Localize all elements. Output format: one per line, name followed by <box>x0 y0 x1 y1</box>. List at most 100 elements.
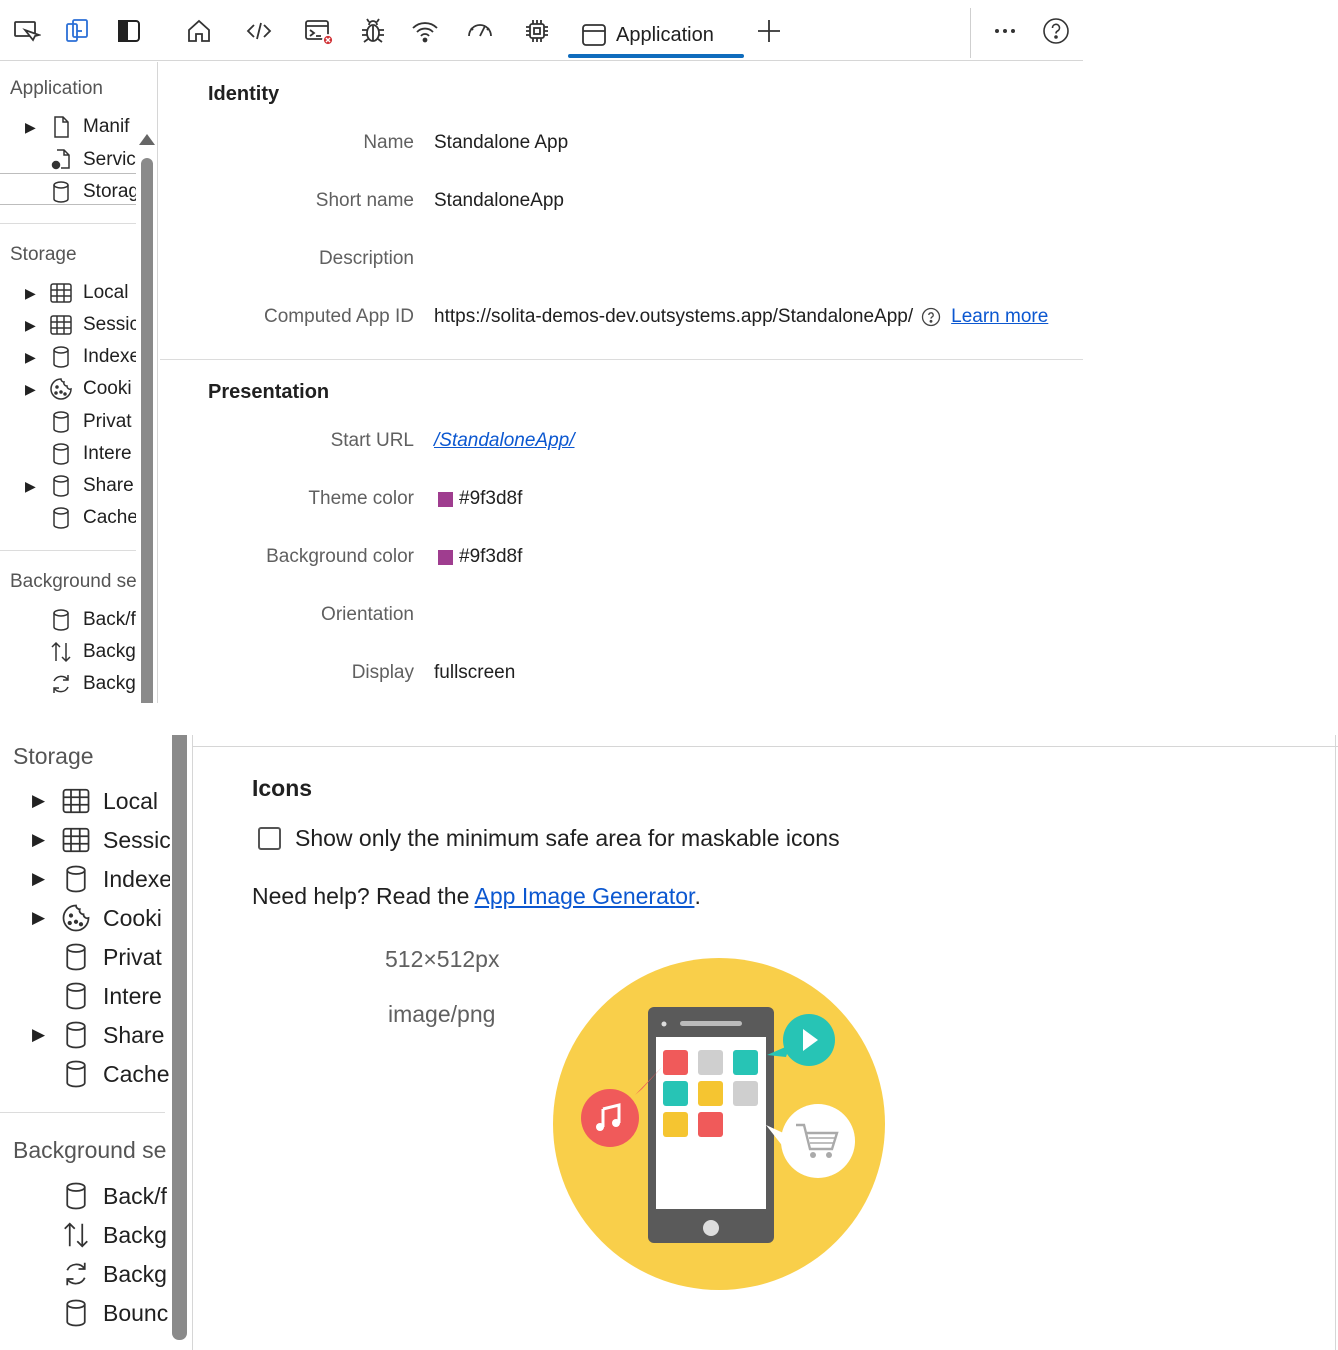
performance-gauge-icon[interactable] <box>463 14 497 48</box>
sidebar-item-shared-storage[interactable]: ▶ Share <box>25 471 134 501</box>
sidebar-item-private-state-tokens[interactable]: Privat <box>0 939 162 975</box>
sidebar-item-background-fetch[interactable]: Backg <box>0 1217 167 1253</box>
expand-arrow-icon[interactable]: ▶ <box>32 830 50 850</box>
sidebar-item-indexeddb[interactable]: ▶ Indexe <box>0 861 170 897</box>
sidebar-heading-storage: Storage <box>13 743 94 769</box>
sidebar-item-storage[interactable]: Storag <box>25 177 136 207</box>
maskable-checkbox-row[interactable]: Show only the minimum safe area for mask… <box>258 825 840 852</box>
sidebar-item-private-state-tokens[interactable]: Privat <box>25 407 132 437</box>
database-icon <box>66 1021 86 1049</box>
sidebar-scrollbar[interactable] <box>141 158 153 703</box>
sidebar-item-label: Backg <box>103 1221 167 1248</box>
short-name-value: StandaloneApp <box>434 190 564 211</box>
expand-arrow-icon[interactable]: ▶ <box>32 908 50 928</box>
sidebar-item-bounce-tracking[interactable]: Bounc <box>0 1295 168 1331</box>
sidebar-item-cookies[interactable]: ▶ Cooki <box>0 900 162 936</box>
sidebar-item-session-storage[interactable]: ▶ Sessic <box>0 822 170 858</box>
maskable-checkbox[interactable] <box>258 827 281 850</box>
elements-code-icon[interactable] <box>242 14 276 48</box>
welcome-home-icon[interactable] <box>182 14 216 48</box>
sidebar-item-local-storage[interactable]: ▶ Local <box>25 278 128 308</box>
sidebar-item-label: Manif <box>83 116 130 137</box>
network-wifi-icon[interactable] <box>408 14 442 48</box>
sidebar-item-shared-storage[interactable]: ▶ Share <box>0 1017 164 1053</box>
sources-bug-icon[interactable] <box>356 14 390 48</box>
devtools-toolbar: Application <box>0 0 1083 61</box>
toolbar-divider <box>970 8 971 58</box>
app-id-row: https://solita-demos-dev.outsystems.app/… <box>434 306 1048 328</box>
expand-arrow-icon[interactable]: ▶ <box>25 478 39 495</box>
sidebar-item-label: Local <box>83 282 129 303</box>
grid-table-icon <box>50 315 72 335</box>
expand-arrow-icon[interactable]: ▶ <box>25 381 39 398</box>
tab-application[interactable]: Application <box>568 12 744 58</box>
devtools-panel-bottom: Storage ▶ Local ▶ Sessic ▶ Indexe ▶ Cook… <box>0 735 1338 1350</box>
sidebar-item-service-workers[interactable]: Servic <box>25 145 136 175</box>
sidebar-item-interest-groups[interactable]: Intere <box>25 439 132 469</box>
content-border <box>192 746 1338 747</box>
sidebar-item-label: Share <box>103 1021 165 1048</box>
cookie-icon <box>50 378 72 400</box>
more-options-icon[interactable] <box>988 14 1022 48</box>
console-icon[interactable] <box>301 14 335 48</box>
sidebar-item-label: Cooki <box>103 904 162 931</box>
help-icon[interactable] <box>1039 14 1073 48</box>
sidebar-item-label: Share <box>83 475 134 496</box>
sidebar-item-interest-groups[interactable]: Intere <box>0 978 162 1014</box>
expand-arrow-icon[interactable]: ▶ <box>32 1025 50 1045</box>
app-image-generator-link[interactable]: App Image Generator <box>475 883 695 909</box>
expand-arrow-icon[interactable]: ▶ <box>25 349 39 366</box>
sidebar-item-cookies[interactable]: ▶ Cooki <box>25 374 132 404</box>
database-icon <box>66 943 86 971</box>
sidebar-item-back-forward-cache[interactable]: Back/f <box>0 1178 167 1214</box>
sidebar-scrollbar[interactable] <box>172 735 187 1340</box>
tab-application-label: Application <box>616 23 714 46</box>
theme-color-swatch <box>438 491 453 507</box>
database-icon <box>66 1182 86 1210</box>
devtools-panel-top: Application Application ▶ Manif Servic S… <box>0 0 1083 703</box>
expand-arrow-icon[interactable]: ▶ <box>25 119 39 136</box>
sidebar-item-back-forward-cache[interactable]: Back/f <box>25 605 136 635</box>
sidebar-item-label: Intere <box>103 982 162 1009</box>
sidebar-item-session-storage[interactable]: ▶ Sessic <box>25 310 136 340</box>
display-label: Display <box>351 662 414 683</box>
expand-arrow-icon[interactable]: ▶ <box>32 791 50 811</box>
help-circle-icon[interactable] <box>921 307 941 327</box>
identity-title: Identity <box>208 83 280 105</box>
expand-arrow-icon[interactable]: ▶ <box>25 317 39 334</box>
description-label: Description <box>318 248 414 269</box>
up-down-arrows-icon <box>64 1222 88 1248</box>
start-url-link[interactable]: /StandaloneApp/ <box>434 430 575 452</box>
device-emulation-icon[interactable] <box>60 14 94 48</box>
sidebar-item-background-sync[interactable]: Backg <box>25 669 136 699</box>
presentation-title: Presentation <box>208 381 330 403</box>
sidebar-item-cache-storage[interactable]: Cache <box>0 1056 169 1092</box>
dock-sidebar-icon[interactable] <box>112 14 146 48</box>
sidebar-heading-application: Application <box>10 78 103 99</box>
scroll-up-arrow-icon[interactable] <box>139 134 155 145</box>
sidebar-item-label: Sessic <box>103 826 170 853</box>
learn-more-link[interactable]: Learn more <box>951 306 1048 328</box>
sidebar-item-cache-storage[interactable]: Cache <box>25 503 136 533</box>
expand-arrow-icon[interactable]: ▶ <box>32 869 50 889</box>
app-id-value: https://solita-demos-dev.outsystems.app/… <box>434 306 914 327</box>
add-tab-icon[interactable] <box>752 14 786 48</box>
sidebar-item-indexeddb[interactable]: ▶ Indexe <box>25 342 136 372</box>
inspect-icon[interactable] <box>9 14 43 48</box>
sidebar-item-background-sync[interactable]: Backg <box>0 1256 167 1292</box>
sidebar-item-background-fetch[interactable]: Backg <box>25 637 136 667</box>
sidebar-item-label: Bounc <box>103 1299 169 1326</box>
sidebar-separator <box>0 223 136 224</box>
memory-chip-icon[interactable] <box>520 14 554 48</box>
expand-arrow-icon[interactable]: ▶ <box>25 285 39 302</box>
cookie-icon <box>62 904 90 932</box>
sidebar-item-local-storage[interactable]: ▶ Local <box>0 783 158 819</box>
orientation-label: Orientation <box>321 604 414 625</box>
service-worker-icon <box>51 149 70 170</box>
sidebar-item-manifest[interactable]: ▶ Manif <box>25 112 129 142</box>
grid-table-icon <box>50 283 72 303</box>
sidebar-background-group: Back/f Backg Backg <box>0 605 136 703</box>
icon-size-label: 512×512px <box>385 946 500 972</box>
content-border <box>1335 735 1336 1350</box>
sidebar-item-label: Backg <box>103 1260 167 1287</box>
